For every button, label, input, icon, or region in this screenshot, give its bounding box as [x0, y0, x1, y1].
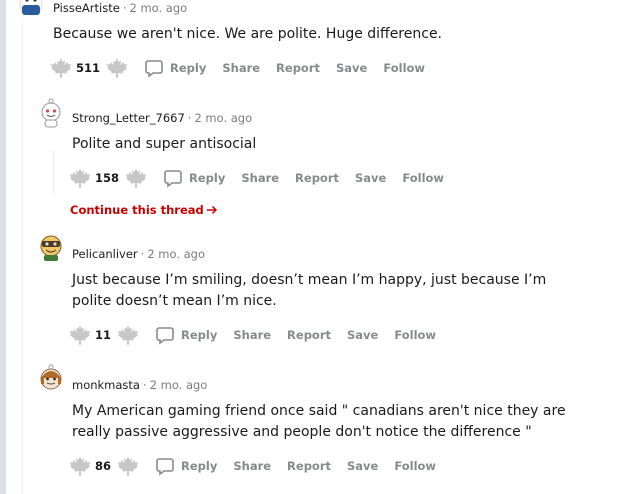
comment-actions: 86 Reply Share Report Save Follow [69, 454, 452, 478]
snoo-avatar-icon [40, 235, 62, 261]
comment-actions: 11 Reply Share Report Save Follow [69, 323, 452, 347]
author-name[interactable]: Strong_Letter_7667 [72, 111, 185, 125]
report-button[interactable]: Report [295, 171, 339, 185]
comment-body: Just because I’m smiling, doesn’t mean I… [72, 272, 547, 309]
reply-label: Reply [181, 328, 218, 342]
share-button[interactable]: Share [222, 61, 260, 75]
save-button[interactable]: Save [355, 171, 386, 185]
comment-meta: Pelicanliver · 2 mo. ago [72, 246, 205, 262]
maple-leaf-upvote-icon[interactable] [69, 324, 91, 346]
reply-button[interactable]: Reply [144, 58, 206, 78]
timestamp[interactable]: 2 mo. ago [129, 1, 187, 15]
comment-actions: 511 Reply Share Report Save Follow [50, 56, 441, 80]
save-button[interactable]: Save [336, 61, 367, 75]
report-button[interactable]: Report [276, 61, 320, 75]
separator-dot: · [140, 247, 145, 261]
comment-meta: Strong_Letter_7667 · 2 mo. ago [72, 110, 252, 126]
reply-label: Reply [181, 459, 218, 473]
separator-dot: · [122, 1, 127, 15]
snoo-avatar-icon [19, 0, 43, 16]
vote-score: 11 [95, 328, 112, 342]
report-button[interactable]: Report [287, 459, 331, 473]
maple-leaf-upvote-icon[interactable] [50, 57, 72, 79]
thread-line-nested[interactable] [53, 150, 54, 195]
comment-body: My American gaming friend once said " ca… [72, 403, 566, 440]
author-name[interactable]: Pelicanliver [72, 247, 138, 261]
maple-leaf-downvote-icon[interactable] [125, 167, 147, 189]
reply-label: Reply [189, 171, 226, 185]
maple-leaf-downvote-icon[interactable] [117, 455, 139, 477]
timestamp[interactable]: 2 mo. ago [194, 111, 252, 125]
reply-button[interactable]: Reply [155, 456, 217, 476]
follow-button[interactable]: Follow [383, 61, 425, 75]
avatar[interactable] [36, 364, 66, 394]
maple-leaf-downvote-icon[interactable] [106, 57, 128, 79]
vote-score: 86 [95, 459, 112, 473]
timestamp[interactable]: 2 mo. ago [147, 247, 205, 261]
speech-bubble-icon [156, 458, 174, 476]
maple-leaf-downvote-icon[interactable] [117, 324, 139, 346]
follow-button[interactable]: Follow [394, 328, 436, 342]
speech-bubble-icon [145, 60, 163, 78]
vote-score: 158 [95, 171, 120, 185]
avatar[interactable] [36, 232, 66, 262]
vote-score: 511 [76, 61, 101, 75]
author-name[interactable]: PisseArtiste [53, 1, 120, 15]
thread-line-root[interactable] [22, 22, 23, 494]
continue-thread-label: Continue this thread [70, 203, 204, 217]
snoo-avatar-icon [40, 364, 62, 390]
follow-button[interactable]: Follow [394, 459, 436, 473]
reply-button[interactable]: Reply [163, 168, 225, 188]
share-button[interactable]: Share [233, 459, 271, 473]
follow-button[interactable]: Follow [402, 171, 444, 185]
speech-bubble-icon [164, 170, 182, 188]
comment-meta: PisseArtiste · 2 mo. ago [53, 0, 187, 16]
snoo-avatar-icon [41, 98, 61, 128]
timestamp[interactable]: 2 mo. ago [150, 378, 208, 392]
speech-bubble-icon [156, 327, 174, 345]
arrow-right-icon [206, 205, 217, 215]
maple-leaf-upvote-icon[interactable] [69, 455, 91, 477]
comment-meta: monkmasta · 2 mo. ago [72, 377, 207, 393]
report-button[interactable]: Report [287, 328, 331, 342]
avatar[interactable] [16, 0, 46, 18]
save-button[interactable]: Save [347, 459, 378, 473]
comment-actions: 158 Reply Share Report Save Follow [69, 166, 460, 190]
separator-dot: · [142, 378, 147, 392]
comment-body: Because we aren't nice. We are polite. H… [53, 26, 443, 42]
reply-button[interactable]: Reply [155, 325, 217, 345]
avatar[interactable] [36, 98, 66, 128]
save-button[interactable]: Save [347, 328, 378, 342]
left-gutter-bar [0, 0, 6, 494]
comment-body: Polite and super antisocial [72, 136, 257, 152]
share-button[interactable]: Share [233, 328, 271, 342]
share-button[interactable]: Share [241, 171, 279, 185]
author-name[interactable]: monkmasta [72, 378, 140, 392]
maple-leaf-upvote-icon[interactable] [69, 167, 91, 189]
separator-dot: · [187, 111, 192, 125]
reply-label: Reply [170, 61, 207, 75]
continue-thread-link[interactable]: Continue this thread [70, 203, 218, 217]
